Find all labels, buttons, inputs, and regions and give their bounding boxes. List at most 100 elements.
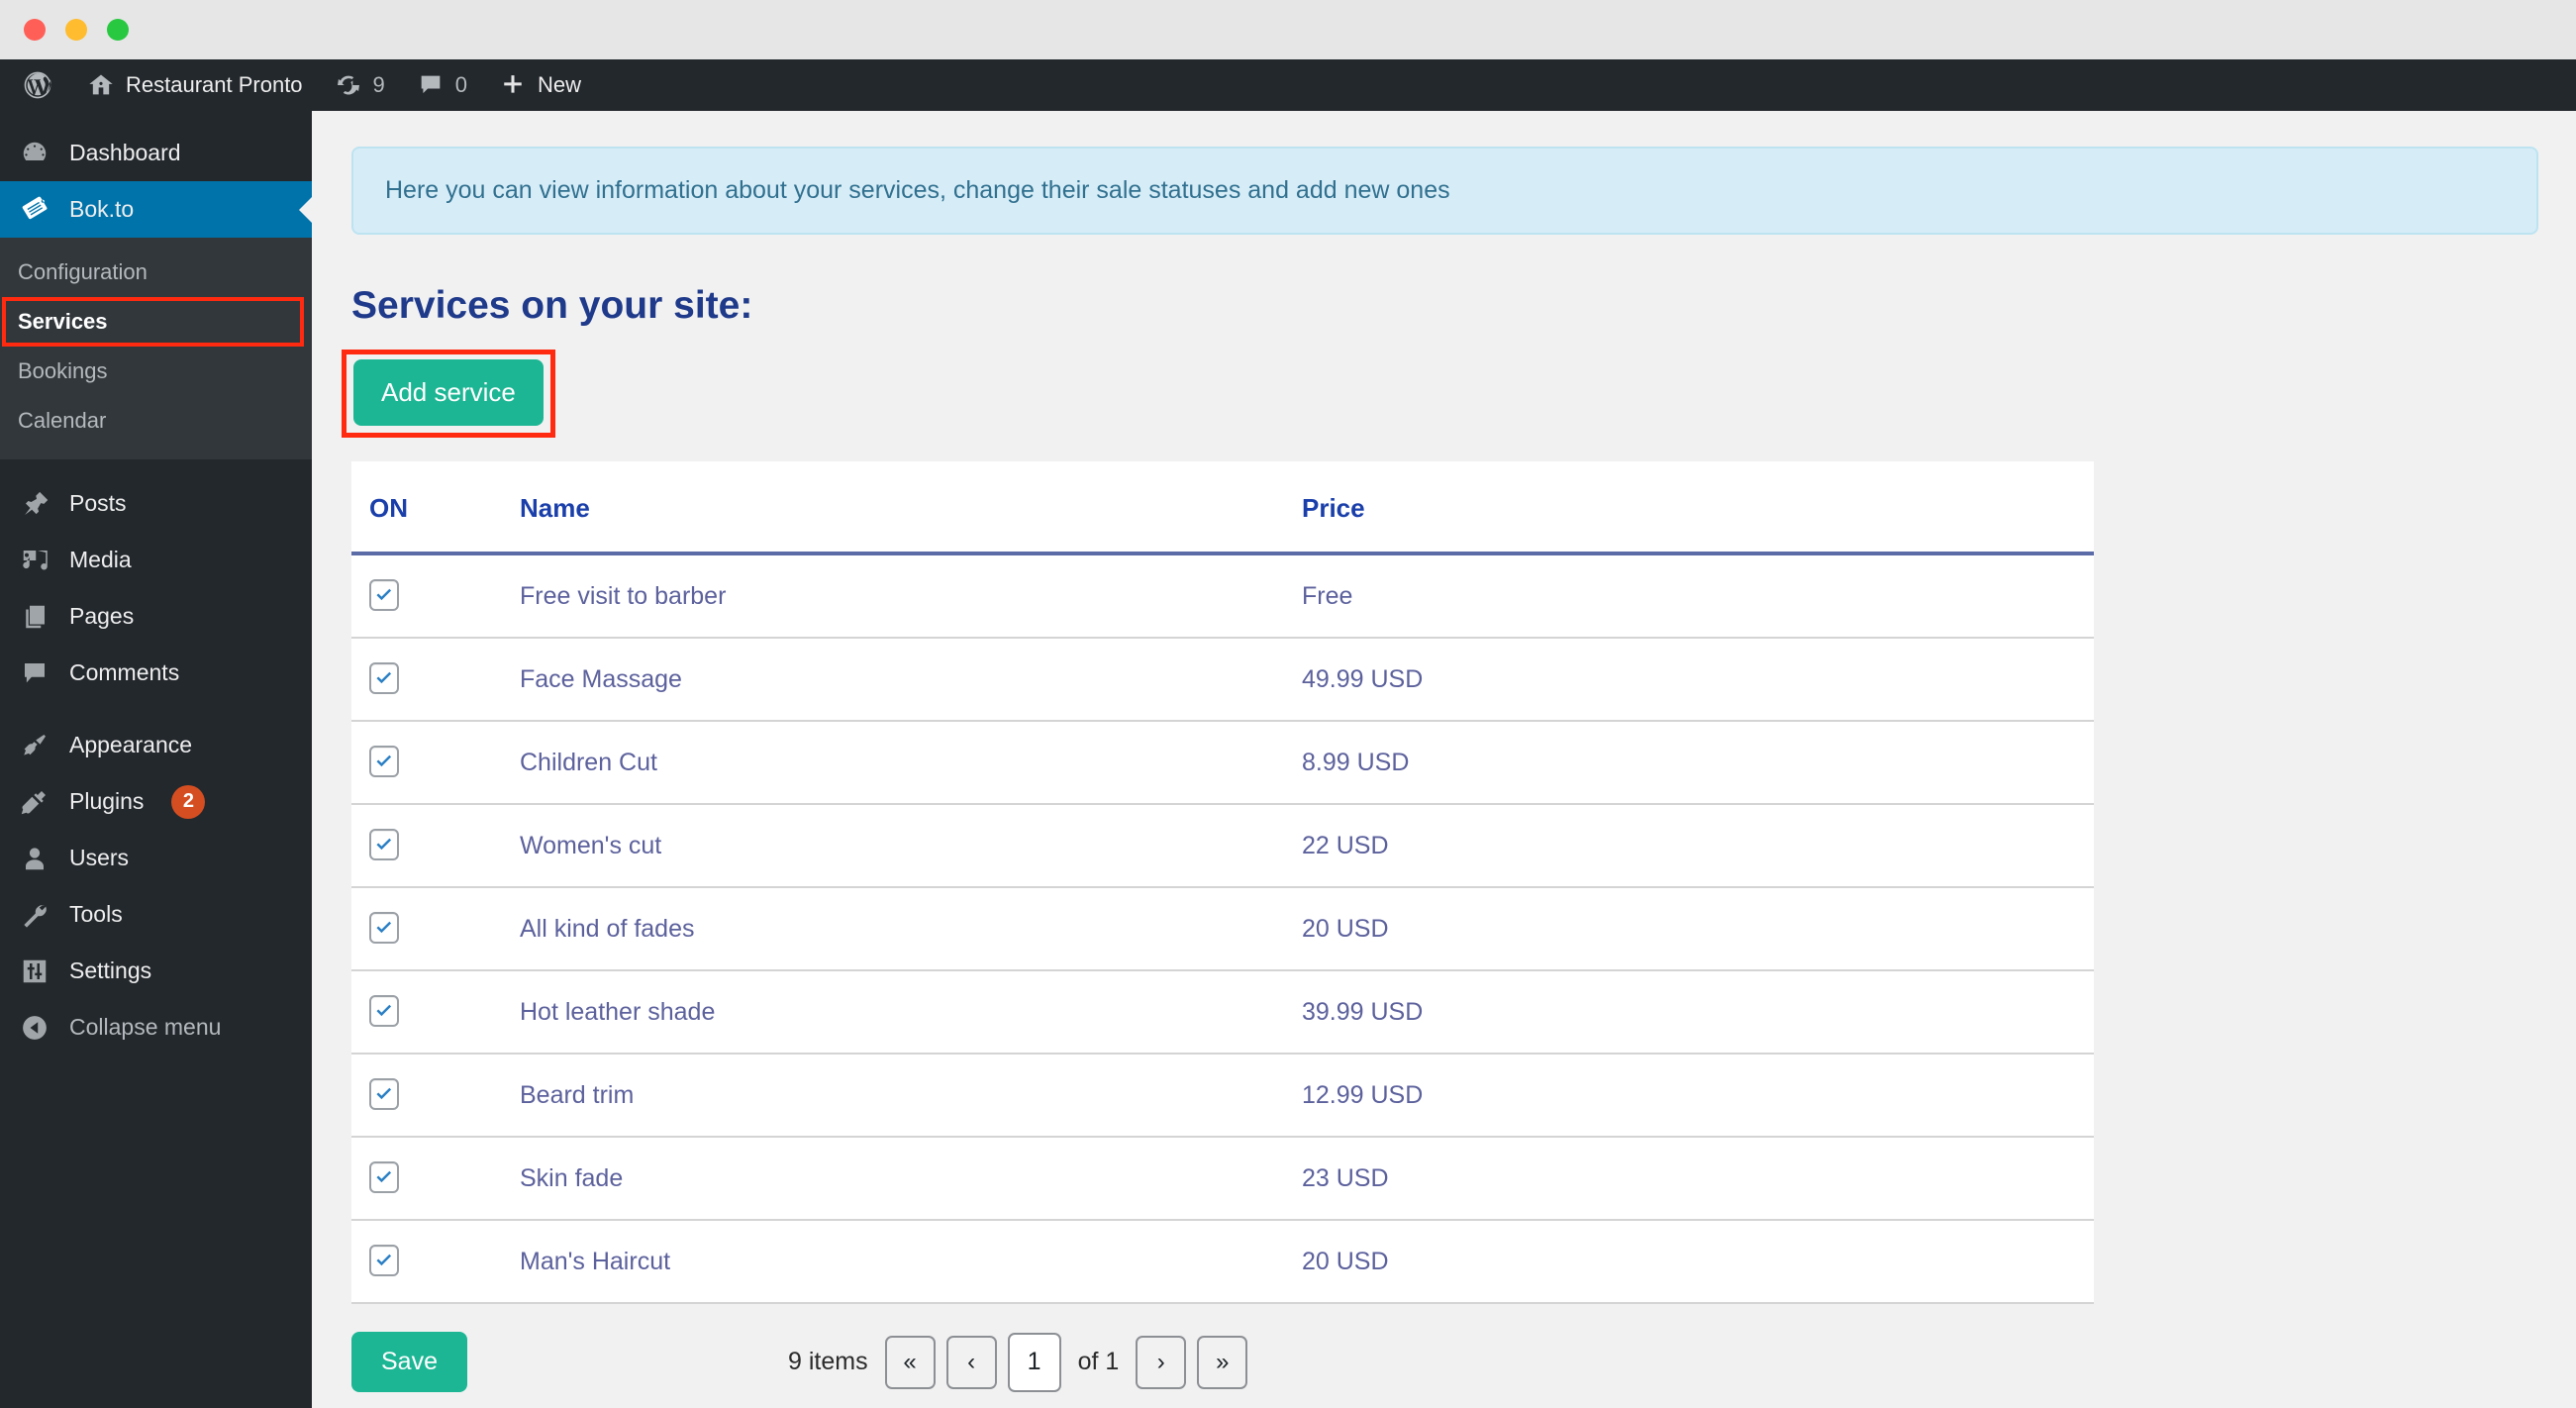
sidebar-item-label: Media bbox=[69, 547, 132, 572]
user-icon bbox=[18, 842, 51, 875]
sidebar-item-appearance[interactable]: Appearance bbox=[0, 717, 312, 773]
column-header-name: Name bbox=[520, 461, 1302, 555]
wordpress-logo-menu[interactable] bbox=[0, 59, 71, 111]
updates-menu[interactable]: 9 bbox=[319, 59, 401, 111]
items-count-label: 9 items bbox=[787, 1348, 868, 1375]
table-row: Hot leather shade 39.99 USD bbox=[351, 970, 2094, 1055]
services-table-wrapper: ON Name Price Free visit to barber Free … bbox=[351, 461, 2094, 1304]
service-enabled-checkbox[interactable] bbox=[369, 662, 399, 694]
cell-name: Skin fade bbox=[520, 1137, 1302, 1221]
cell-name: Children Cut bbox=[520, 721, 1302, 805]
sidebar-item-bokto[interactable]: Bok.to bbox=[0, 181, 312, 238]
zoom-window-button[interactable] bbox=[107, 19, 129, 41]
service-enabled-checkbox[interactable] bbox=[369, 1078, 399, 1110]
service-enabled-checkbox[interactable] bbox=[369, 995, 399, 1027]
plugins-update-badge: 2 bbox=[171, 784, 206, 819]
sidebar-item-settings[interactable]: Settings bbox=[0, 943, 312, 999]
close-window-button[interactable] bbox=[24, 19, 46, 41]
table-footer: Save 9 items « ‹ of 1 › » bbox=[351, 1332, 2094, 1392]
sidebar-item-posts[interactable]: Posts bbox=[0, 475, 312, 532]
new-content-label: New bbox=[538, 72, 582, 97]
wrench-icon bbox=[18, 898, 51, 932]
cell-on bbox=[351, 887, 520, 971]
sidebar-divider bbox=[0, 459, 312, 475]
cell-price: 8.99 USD bbox=[1302, 721, 2094, 805]
first-page-button[interactable]: « bbox=[884, 1335, 936, 1389]
service-enabled-checkbox[interactable] bbox=[369, 829, 399, 860]
sidebar-item-services[interactable]: Services bbox=[0, 297, 312, 347]
sidebar-item-calendar[interactable]: Calendar bbox=[0, 396, 312, 446]
service-enabled-checkbox[interactable] bbox=[369, 746, 399, 777]
cell-name: Free visit to barber bbox=[520, 553, 1302, 639]
services-table-body: Free visit to barber Free Face Massage 4… bbox=[351, 553, 2094, 1304]
services-table: ON Name Price Free visit to barber Free … bbox=[351, 461, 2094, 1304]
sliders-icon bbox=[18, 955, 51, 988]
table-row: Beard trim 12.99 USD bbox=[351, 1054, 2094, 1138]
pagination: 9 items « ‹ of 1 › » bbox=[787, 1332, 1248, 1392]
save-button[interactable]: Save bbox=[351, 1332, 467, 1392]
bokto-tickets-icon bbox=[18, 193, 51, 227]
cell-on bbox=[351, 553, 520, 639]
prev-page-button[interactable]: ‹ bbox=[945, 1335, 997, 1389]
service-enabled-checkbox[interactable] bbox=[369, 1245, 399, 1276]
sidebar-item-label: Comments bbox=[69, 659, 180, 685]
add-service-button[interactable]: Add service bbox=[353, 359, 544, 426]
sidebar-item-tools[interactable]: Tools bbox=[0, 886, 312, 943]
current-page-input[interactable] bbox=[1007, 1332, 1061, 1392]
cell-on bbox=[351, 804, 520, 888]
plug-icon bbox=[18, 785, 51, 819]
cell-price: 39.99 USD bbox=[1302, 970, 2094, 1055]
table-row: All kind of fades 20 USD bbox=[351, 887, 2094, 971]
new-content-menu[interactable]: New bbox=[483, 59, 597, 111]
updates-icon bbox=[335, 71, 362, 99]
collapse-arrow-icon bbox=[18, 1011, 51, 1045]
cell-name: Women's cut bbox=[520, 804, 1302, 888]
dashboard-icon bbox=[18, 137, 51, 170]
sidebar-subitem-label: Services bbox=[18, 309, 108, 334]
collapse-menu-button[interactable]: Collapse menu bbox=[0, 999, 312, 1056]
comments-menu[interactable]: 0 bbox=[401, 59, 483, 111]
cell-price: 12.99 USD bbox=[1302, 1054, 2094, 1138]
sidebar-item-configuration[interactable]: Configuration bbox=[0, 248, 312, 297]
window-titlebar bbox=[0, 0, 2576, 59]
column-header-on: ON bbox=[351, 461, 520, 555]
plus-icon bbox=[499, 71, 527, 99]
cell-on bbox=[351, 1054, 520, 1138]
pin-icon bbox=[18, 487, 51, 521]
service-enabled-checkbox[interactable] bbox=[369, 1161, 399, 1193]
minimize-window-button[interactable] bbox=[65, 19, 87, 41]
cell-price: 22 USD bbox=[1302, 804, 2094, 888]
last-page-button[interactable]: » bbox=[1197, 1335, 1248, 1389]
next-page-button[interactable]: › bbox=[1136, 1335, 1187, 1389]
table-row: Children Cut 8.99 USD bbox=[351, 721, 2094, 805]
sidebar-item-comments[interactable]: Comments bbox=[0, 645, 312, 701]
sidebar-item-dashboard[interactable]: Dashboard bbox=[0, 125, 312, 181]
sidebar-item-bookings[interactable]: Bookings bbox=[0, 347, 312, 396]
cell-on bbox=[351, 721, 520, 805]
add-service-highlight-wrapper: Add service bbox=[342, 350, 555, 438]
cell-name: All kind of fades bbox=[520, 887, 1302, 971]
sidebar-submenu-bokto: Configuration Services Bookings Calendar bbox=[0, 238, 312, 459]
sidebar-item-label: Dashboard bbox=[69, 140, 181, 165]
site-name-menu[interactable]: Restaurant Pronto bbox=[71, 59, 319, 111]
traffic-lights bbox=[24, 19, 129, 41]
table-header-row: ON Name Price bbox=[351, 461, 2094, 555]
comments-count: 0 bbox=[454, 72, 468, 97]
site-name-label: Restaurant Pronto bbox=[126, 72, 303, 97]
sidebar-item-plugins[interactable]: Plugins 2 bbox=[0, 773, 312, 830]
page-title: Services on your site: bbox=[351, 284, 753, 327]
sidebar-item-label: Users bbox=[69, 845, 130, 870]
sidebar-item-label: Tools bbox=[69, 901, 123, 927]
sidebar-item-users[interactable]: Users bbox=[0, 830, 312, 886]
comment-icon bbox=[417, 71, 445, 99]
sidebar-item-media[interactable]: Media bbox=[0, 532, 312, 588]
sidebar-subitem-label: Configuration bbox=[18, 259, 148, 284]
info-notice: Here you can view information about your… bbox=[351, 147, 2538, 235]
total-pages-label: of 1 bbox=[1077, 1348, 1120, 1375]
service-enabled-checkbox[interactable] bbox=[369, 579, 399, 611]
service-enabled-checkbox[interactable] bbox=[369, 912, 399, 944]
cell-price: Free bbox=[1302, 553, 2094, 639]
sidebar-item-pages[interactable]: Pages bbox=[0, 588, 312, 645]
home-icon bbox=[87, 71, 115, 99]
cell-price: 23 USD bbox=[1302, 1137, 2094, 1221]
